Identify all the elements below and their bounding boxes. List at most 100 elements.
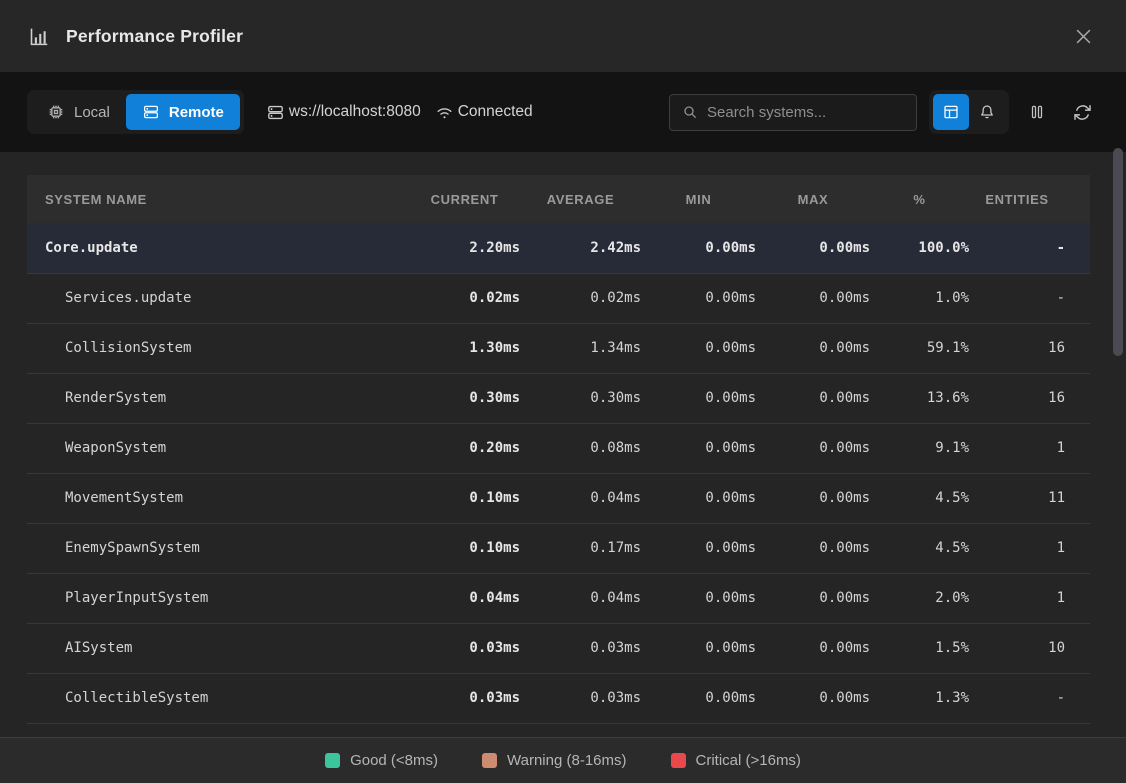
max-cell: 0.00ms (756, 273, 870, 323)
current-cell: 0.04ms (409, 573, 520, 623)
bar-chart-icon (28, 26, 49, 47)
column-header-average[interactable]: AVERAGE (520, 175, 641, 223)
min-cell: 0.00ms (641, 623, 756, 673)
system-name-cell: PlayerInputSystem (27, 573, 409, 623)
systems-table: SYSTEM NAME CURRENT AVERAGE MIN MAX % EN… (27, 175, 1090, 737)
system-name-cell (27, 723, 409, 737)
percent-cell: 4.5% (870, 473, 969, 523)
column-header-percent[interactable]: % (870, 175, 969, 223)
connection-status: Connected (435, 103, 533, 122)
max-cell: 0.00ms (756, 423, 870, 473)
alerts-button[interactable] (969, 94, 1005, 130)
main-content: SYSTEM NAME CURRENT AVERAGE MIN MAX % EN… (0, 152, 1126, 737)
percent-cell: 9.1% (870, 423, 969, 473)
systems-table-wrap: SYSTEM NAME CURRENT AVERAGE MIN MAX % EN… (27, 175, 1090, 737)
close-button[interactable] (1069, 22, 1098, 51)
legend-item-good: Good (<8ms) (325, 752, 438, 769)
system-name-cell: RenderSystem (27, 373, 409, 423)
table-row[interactable]: CollectibleSystem 0.03ms 0.03ms 0.00ms 0… (27, 673, 1090, 723)
percent-cell: 59.1% (870, 323, 969, 373)
search-input[interactable] (707, 104, 906, 121)
column-header-entities[interactable]: ENTITIES (969, 175, 1090, 223)
refresh-button[interactable] (1065, 95, 1099, 129)
pause-button[interactable] (1020, 95, 1054, 129)
average-cell: 0.04ms (520, 473, 641, 523)
entities-cell: - (969, 673, 1090, 723)
max-cell: 0.00ms (756, 223, 870, 273)
legend-bar: Good (<8ms) Warning (8-16ms) Critical (>… (0, 737, 1126, 783)
average-cell: 2.42ms (520, 223, 641, 273)
average-cell: 0.08ms (520, 423, 641, 473)
current-cell: 0.03ms (409, 673, 520, 723)
current-cell: 0.10ms (409, 523, 520, 573)
min-cell: 0.00ms (641, 323, 756, 373)
server-icon (142, 103, 160, 121)
table-row[interactable]: Services.update 0.02ms 0.02ms 0.00ms 0.0… (27, 273, 1090, 323)
entities-cell: - (969, 273, 1090, 323)
close-icon (1075, 28, 1092, 45)
current-cell: 2.20ms (409, 223, 520, 273)
table-row[interactable]: AISystem 0.03ms 0.03ms 0.00ms 0.00ms 1.5… (27, 623, 1090, 673)
table-row[interactable]: CollisionSystem 1.30ms 1.34ms 0.00ms 0.0… (27, 323, 1090, 373)
table-view-icon (942, 103, 960, 121)
local-tab[interactable]: Local (31, 94, 126, 130)
entities-cell: 1 (969, 573, 1090, 623)
table-row[interactable]: MovementSystem 0.10ms 0.04ms 0.00ms 0.00… (27, 473, 1090, 523)
max-cell: 0.00ms (756, 623, 870, 673)
search-icon (682, 104, 698, 120)
column-header-current[interactable]: CURRENT (409, 175, 520, 223)
max-cell: 0.00ms (756, 323, 870, 373)
max-cell (756, 723, 870, 737)
refresh-icon (1073, 103, 1092, 122)
remote-tab[interactable]: Remote (126, 94, 240, 130)
max-cell: 0.00ms (756, 473, 870, 523)
system-name-cell: Core.update (27, 223, 409, 273)
entities-cell: 16 (969, 373, 1090, 423)
min-cell: 0.00ms (641, 523, 756, 573)
system-name-cell: CollisionSystem (27, 323, 409, 373)
table-row[interactable]: RenderSystem 0.30ms 0.30ms 0.00ms 0.00ms… (27, 373, 1090, 423)
column-header-min[interactable]: MIN (641, 175, 756, 223)
min-cell: 0.00ms (641, 273, 756, 323)
table-row[interactable] (27, 723, 1090, 737)
min-cell: 0.00ms (641, 423, 756, 473)
table-row[interactable]: Core.update 2.20ms 2.42ms 0.00ms 0.00ms … (27, 223, 1090, 273)
current-cell: 0.20ms (409, 423, 520, 473)
percent-cell: 1.3% (870, 673, 969, 723)
table-row[interactable]: PlayerInputSystem 0.04ms 0.04ms 0.00ms 0… (27, 573, 1090, 623)
entities-cell: 16 (969, 323, 1090, 373)
entities-cell: 10 (969, 623, 1090, 673)
system-name-cell: AISystem (27, 623, 409, 673)
table-body: Core.update 2.20ms 2.42ms 0.00ms 0.00ms … (27, 223, 1090, 737)
average-cell: 1.34ms (520, 323, 641, 373)
table-view-button[interactable] (933, 94, 969, 130)
max-cell: 0.00ms (756, 573, 870, 623)
column-header-system-name[interactable]: SYSTEM NAME (27, 175, 409, 223)
percent-cell: 4.5% (870, 523, 969, 573)
server-icon (266, 103, 285, 122)
average-cell (520, 723, 641, 737)
warning-label: Warning (8-16ms) (507, 752, 626, 769)
table-row[interactable]: EnemySpawnSystem 0.10ms 0.17ms 0.00ms 0.… (27, 523, 1090, 573)
table-row[interactable]: WeaponSystem 0.20ms 0.08ms 0.00ms 0.00ms… (27, 423, 1090, 473)
average-cell: 0.02ms (520, 273, 641, 323)
current-cell: 1.30ms (409, 323, 520, 373)
entities-cell: 1 (969, 423, 1090, 473)
legend-item-critical: Critical (>16ms) (671, 752, 801, 769)
connection-status-text: Connected (458, 103, 533, 121)
connection-url: ws://localhost:8080 (266, 103, 421, 122)
pause-icon (1028, 103, 1046, 121)
view-toggle (929, 90, 1009, 134)
connection-url-text: ws://localhost:8080 (289, 103, 421, 121)
column-header-max[interactable]: MAX (756, 175, 870, 223)
search-box (669, 94, 917, 131)
percent-cell (870, 723, 969, 737)
bell-icon (978, 103, 996, 121)
min-cell: 0.00ms (641, 573, 756, 623)
system-name-cell: EnemySpawnSystem (27, 523, 409, 573)
system-name-cell: MovementSystem (27, 473, 409, 523)
average-cell: 0.03ms (520, 673, 641, 723)
system-name-cell: CollectibleSystem (27, 673, 409, 723)
system-name-cell: WeaponSystem (27, 423, 409, 473)
vertical-scrollbar[interactable] (1113, 148, 1123, 356)
